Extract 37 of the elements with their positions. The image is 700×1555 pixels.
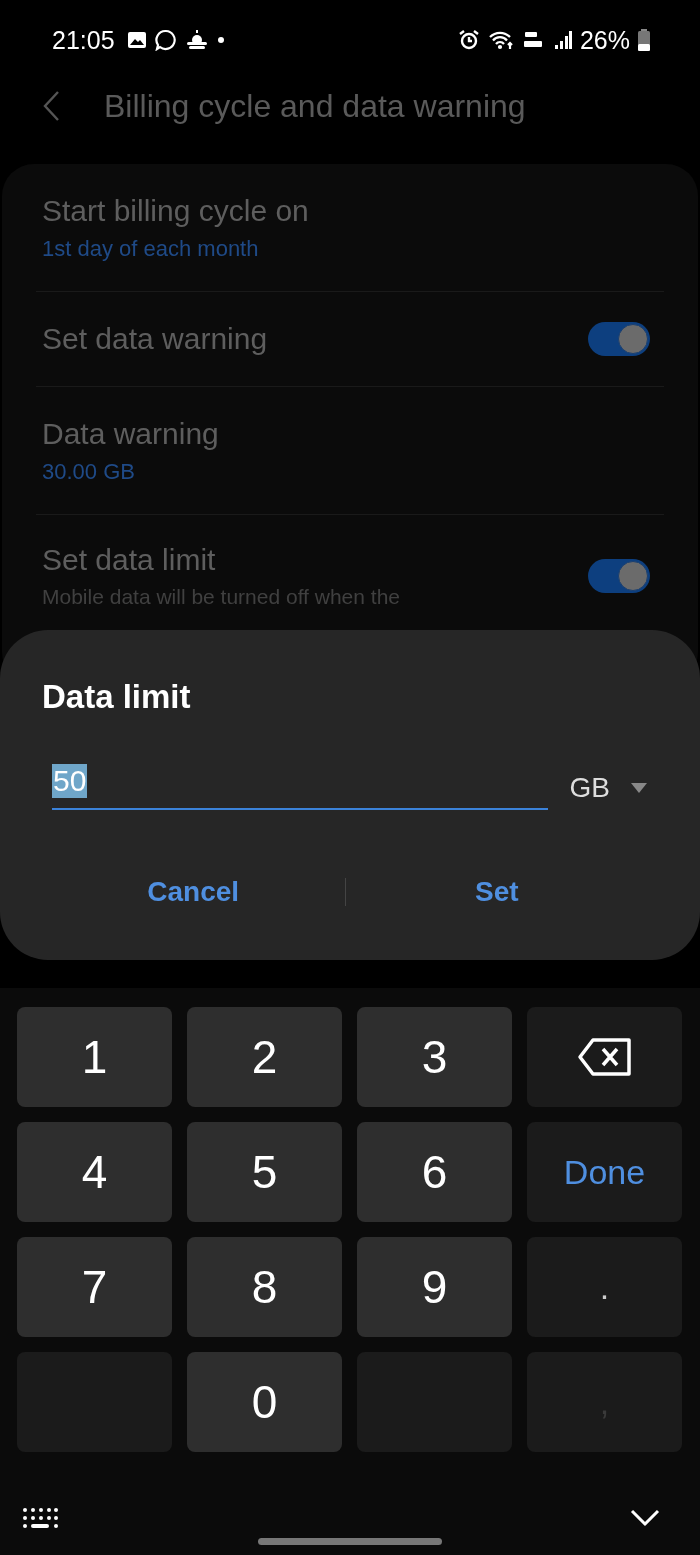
weather-icon bbox=[184, 30, 209, 50]
digit-key[interactable]: 1 bbox=[17, 1007, 172, 1107]
symbol-key[interactable]: . bbox=[527, 1237, 682, 1337]
battery-percent: 26% bbox=[579, 25, 630, 55]
digit-key[interactable]: 5 bbox=[187, 1122, 342, 1222]
battery-icon bbox=[638, 29, 650, 51]
status-time: 21:05 bbox=[52, 25, 115, 55]
dialog-title: Data limit bbox=[42, 678, 191, 716]
digit-key[interactable]: 3 bbox=[357, 1007, 512, 1107]
setting-value: 1st day of each month bbox=[42, 235, 260, 262]
digit-key[interactable]: 4 bbox=[17, 1122, 172, 1222]
digit-key[interactable]: 0 bbox=[187, 1352, 342, 1452]
backspace-icon bbox=[576, 1037, 633, 1077]
setting-value: 30.00 GB bbox=[42, 458, 136, 485]
keyboard-icon[interactable] bbox=[22, 1507, 58, 1529]
chat-icon bbox=[154, 29, 177, 51]
digit-key[interactable]: 7 bbox=[17, 1237, 172, 1337]
digit-key[interactable]: 9 bbox=[357, 1237, 512, 1337]
done-key[interactable]: Done bbox=[527, 1122, 682, 1222]
signal-icon bbox=[553, 30, 572, 50]
backspace-key[interactable] bbox=[527, 1007, 682, 1107]
dot-icon bbox=[216, 36, 225, 44]
dialog-button[interactable]: Cancel bbox=[42, 866, 345, 918]
toggle-switch[interactable] bbox=[588, 559, 650, 593]
chevron-down-icon[interactable] bbox=[630, 1509, 660, 1527]
unit-dropdown[interactable]: GB bbox=[569, 772, 648, 810]
toggle-switch[interactable] bbox=[588, 322, 650, 356]
dialog-button[interactable]: Set bbox=[345, 866, 648, 918]
back-icon[interactable] bbox=[42, 90, 60, 122]
digit-key[interactable]: 2 bbox=[187, 1007, 342, 1107]
digit-key[interactable]: 8 bbox=[187, 1237, 342, 1337]
image-icon bbox=[126, 31, 147, 49]
page-title: Billing cycle and data warning bbox=[104, 87, 526, 125]
digit-key[interactable]: 6 bbox=[357, 1122, 512, 1222]
caret-icon bbox=[630, 782, 648, 794]
alarm-icon bbox=[457, 29, 480, 51]
wifi-icon bbox=[487, 30, 514, 50]
